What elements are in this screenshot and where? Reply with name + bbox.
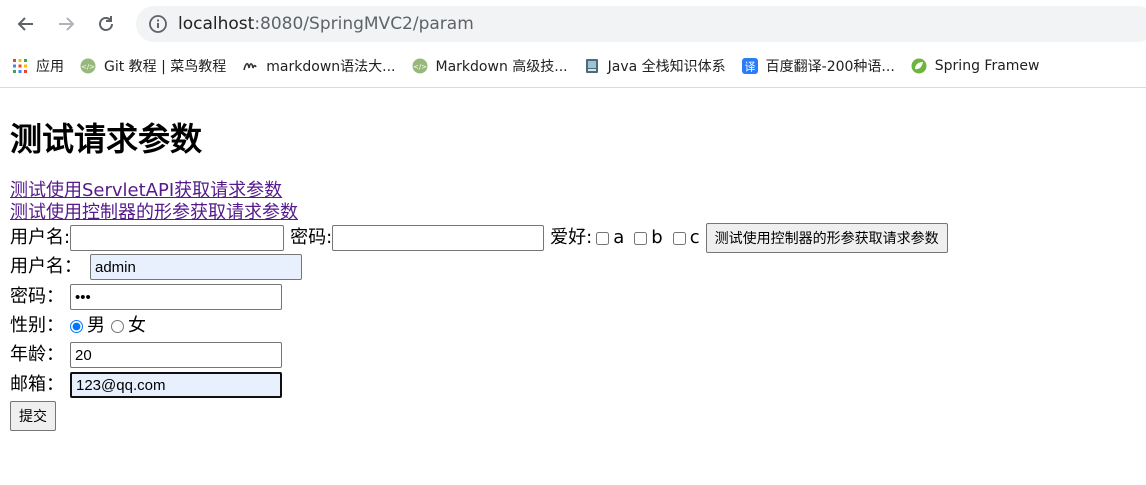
- markdown-icon: [243, 62, 258, 71]
- gender-option-male: 男: [87, 315, 105, 336]
- info-icon: [149, 15, 167, 33]
- username-input[interactable]: [70, 225, 285, 251]
- svg-text:</>: </>: [81, 63, 95, 71]
- email-label: 邮箱：: [10, 374, 64, 395]
- bookmark-java-fullstack[interactable]: Java 全栈知识体系: [576, 52, 734, 80]
- spring-leaf-icon: [911, 58, 927, 74]
- username-row: 用户名：: [10, 252, 1140, 282]
- bookmark-label: Git 教程 | 菜鸟教程: [104, 59, 227, 75]
- bookmark-label: Markdown 高级技...: [435, 59, 568, 75]
- gender-label: 性别：: [10, 315, 64, 336]
- email-row: 邮箱：: [10, 370, 1140, 400]
- address-bar[interactable]: localhost:8080/SpringMVC2/param: [136, 6, 1146, 42]
- page-content: 测试请求参数 测试使用ServletAPI获取请求参数 测试使用控制器的形参获取…: [10, 88, 1140, 432]
- age-label: 年龄：: [10, 344, 64, 365]
- hobby-checkbox-b[interactable]: [634, 231, 648, 245]
- url-path: :8080/SpringMVC2/param: [254, 14, 474, 34]
- back-button[interactable]: [12, 10, 40, 38]
- controller-params-submit-button[interactable]: 测试使用控制器的形参获取请求参数: [705, 223, 948, 253]
- back-arrow-icon: [17, 17, 33, 31]
- bookmark-git-tutorial[interactable]: </> Git 教程 | 菜鸟教程: [72, 52, 234, 80]
- submit-button[interactable]: 提交: [10, 401, 56, 431]
- param-form: 用户名: 密码: 爱好: a b c 测试使用控制器的形参获取请求参数: [10, 223, 1140, 253]
- url-host: localhost: [178, 14, 255, 34]
- hobby-option-c: c: [689, 227, 700, 248]
- page-title: 测试请求参数: [10, 120, 203, 158]
- gender-option-female: 女: [128, 315, 146, 336]
- bookmark-label: Spring Framew: [934, 58, 1040, 74]
- forward-arrow-icon: [59, 17, 75, 31]
- bookmark-label: 应用: [36, 59, 64, 75]
- username-label: 用户名:: [10, 227, 71, 248]
- gender-row: 性别： 男 女: [10, 312, 1140, 340]
- apps-grid-icon: [13, 59, 27, 73]
- username-label: 用户名：: [10, 256, 82, 277]
- hobby-checkbox-a[interactable]: [596, 231, 610, 245]
- hobby-option-b: b: [651, 227, 663, 248]
- gender-radio-female[interactable]: [111, 319, 124, 333]
- bookmark-markdown-syntax[interactable]: markdown语法大...: [234, 52, 403, 80]
- age-field[interactable]: [70, 342, 282, 368]
- java-book-icon: [585, 59, 598, 73]
- svg-text:</>: </>: [412, 63, 426, 71]
- runoob-icon: </>: [412, 58, 428, 74]
- reload-button[interactable]: [92, 10, 120, 38]
- password-input[interactable]: [332, 225, 545, 251]
- hobby-label: 爱好:: [550, 227, 593, 248]
- bookmark-markdown-advanced[interactable]: </> Markdown 高级技...: [404, 52, 576, 80]
- email-field[interactable]: [70, 372, 282, 398]
- bookmark-label: markdown语法大...: [266, 59, 396, 75]
- username-field[interactable]: [90, 254, 302, 280]
- bookmark-spring-framework[interactable]: Spring Framew: [903, 52, 1048, 80]
- runoob-icon: </>: [80, 58, 96, 74]
- bookmark-label: 百度翻译-200种语...: [765, 59, 895, 75]
- gender-radio-male[interactable]: [70, 319, 83, 333]
- bookmark-label: Java 全栈知识体系: [607, 59, 726, 75]
- submit-row: 提交: [10, 400, 1140, 432]
- browser-chrome: localhost:8080/SpringMVC2/param 应用 </> G…: [0, 0, 1146, 88]
- password-label: 密码:: [290, 227, 333, 248]
- forward-button[interactable]: [52, 10, 80, 38]
- hobby-option-a: a: [613, 227, 625, 248]
- password-row: 密码：: [10, 282, 1140, 312]
- svg-text:译: 译: [744, 61, 755, 74]
- reload-icon: [99, 16, 113, 31]
- password-field[interactable]: [70, 284, 282, 310]
- link-controller-params[interactable]: 测试使用控制器的形参获取请求参数: [10, 202, 1140, 224]
- age-row: 年龄：: [10, 340, 1140, 370]
- bookmark-baidu-translate[interactable]: 译 百度翻译-200种语...: [734, 52, 903, 80]
- link-servlet-api[interactable]: 测试使用ServletAPI获取请求参数: [10, 180, 1140, 202]
- bookmarks-bar: 应用 </> Git 教程 | 菜鸟教程 markdown语法大... </> …: [0, 50, 1146, 82]
- baidu-translate-icon: 译: [741, 58, 758, 74]
- bookmark-apps[interactable]: 应用: [0, 52, 72, 80]
- hobby-checkbox-c[interactable]: [672, 231, 686, 245]
- password-label: 密码：: [10, 286, 64, 307]
